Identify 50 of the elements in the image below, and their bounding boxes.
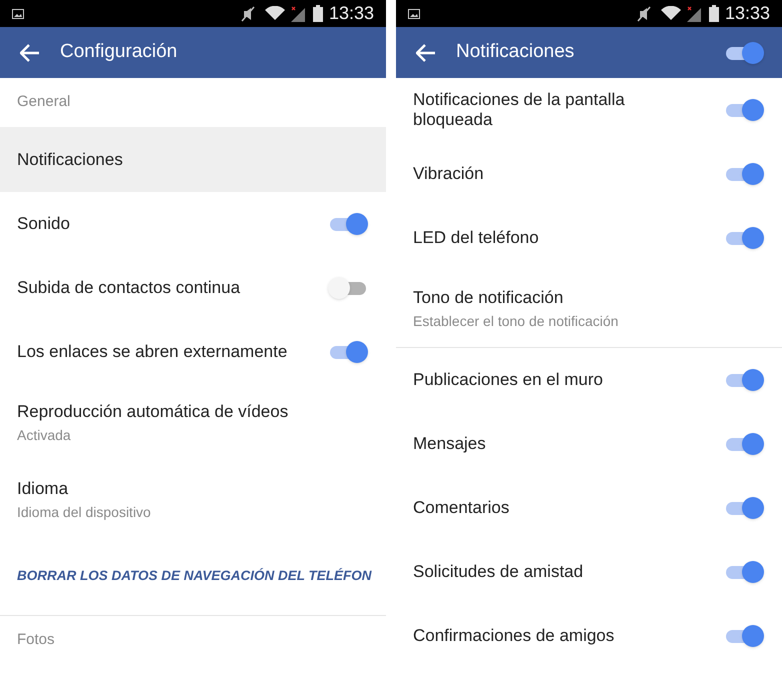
- mute-icon: [240, 6, 255, 22]
- mute-icon: [636, 6, 651, 22]
- wifi-icon: [264, 6, 285, 21]
- screen-title: Configuración: [60, 40, 178, 64]
- setting-subtitle: Idioma del dispositivo: [17, 502, 152, 522]
- back-arrow-icon[interactable]: [20, 44, 40, 62]
- signal-icon: [686, 6, 701, 22]
- toggle-switch[interactable]: [328, 276, 368, 300]
- setting-label: Tono de notificación: [413, 287, 564, 310]
- setting-label: Notificaciones de la pantalla bloqueada: [413, 90, 626, 130]
- setting-label: Subida de contactos continua: [17, 278, 242, 298]
- toggle-switch[interactable]: [724, 226, 764, 250]
- setting-subtitle: Establecer el tono de notificación: [413, 312, 620, 331]
- toggle-switch[interactable]: [724, 98, 764, 122]
- clock: 13:33: [328, 2, 374, 25]
- toggle-switch[interactable]: [328, 212, 368, 236]
- toggle-switch[interactable]: [724, 432, 764, 456]
- setting-label: Solicitudes de amistad: [413, 562, 584, 582]
- section-header: Fotos: [17, 630, 55, 650]
- toggle-switch[interactable]: [328, 340, 368, 364]
- screen-title: Notificaciones: [456, 40, 576, 64]
- setting-label: Reproducción automática de vídeos: [17, 401, 290, 424]
- setting-label: Sonido: [17, 214, 71, 234]
- clock: 13:33: [724, 2, 770, 25]
- battery-icon: [312, 5, 323, 22]
- toggle-switch[interactable]: [724, 496, 764, 520]
- toggle-switch[interactable]: [724, 40, 764, 64]
- setting-label: Idioma: [17, 478, 70, 500]
- setting-item[interactable]: Notificaciones: [0, 127, 386, 192]
- image-icon: [408, 8, 420, 18]
- signal-icon: [290, 6, 305, 22]
- image-icon: [12, 8, 24, 18]
- back-arrow-icon[interactable]: [416, 44, 436, 62]
- toggle-switch[interactable]: [724, 624, 764, 648]
- setting-label: LED del teléfono: [413, 228, 540, 248]
- toggle-switch[interactable]: [724, 162, 764, 186]
- setting-label: Los enlaces se abren externamente: [17, 342, 288, 362]
- clear-data-link[interactable]: BORRAR LOS DATOS DE NAVEGACIÓN DEL TELÉFON: [17, 566, 372, 587]
- setting-label: Publicaciones en el muro: [413, 370, 604, 390]
- setting-label: Comentarios: [413, 498, 510, 518]
- setting-label: Vibración: [413, 164, 485, 184]
- toggle-switch[interactable]: [724, 560, 764, 584]
- toggle-switch[interactable]: [724, 368, 764, 392]
- battery-icon: [708, 5, 719, 22]
- section-header: General: [17, 92, 70, 112]
- setting-subtitle: Activada: [17, 426, 72, 445]
- setting-label: Mensajes: [413, 434, 487, 454]
- setting-label: Notificaciones: [17, 148, 124, 171]
- setting-label: Confirmaciones de amigos: [413, 626, 616, 646]
- wifi-icon: [660, 6, 681, 21]
